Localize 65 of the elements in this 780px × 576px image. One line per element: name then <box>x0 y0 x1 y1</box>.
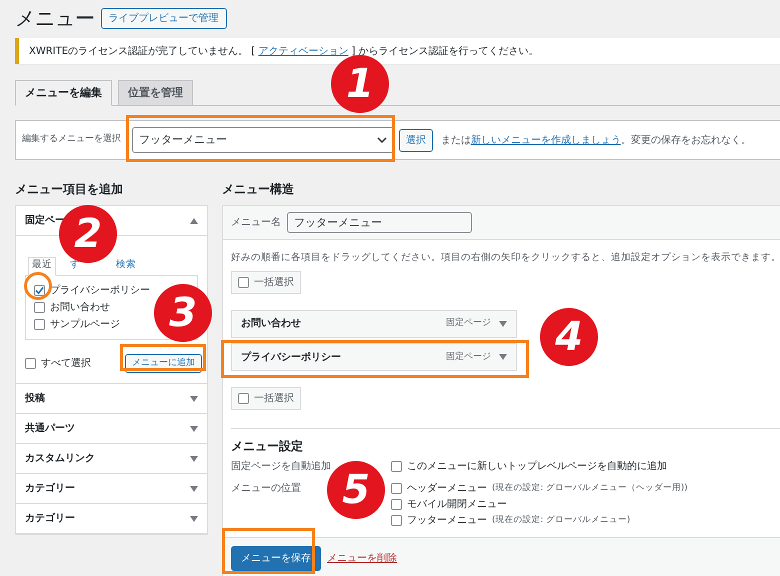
expand-arrow-icon[interactable] <box>499 320 507 327</box>
collapse-arrow-icon[interactable] <box>190 218 198 224</box>
menu-name-label: メニュー名 <box>231 216 281 230</box>
delete-menu-link[interactable]: メニューを削除 <box>327 550 397 566</box>
create-menu-text: または新しいメニューを作成しましょう。変更の保存をお忘れなく。 <box>440 134 751 148</box>
checkbox-label: プライバシーポリシー <box>50 284 150 298</box>
expand-arrow-icon[interactable] <box>190 516 198 522</box>
checkbox[interactable] <box>391 483 402 494</box>
select-menu-label: 編集するメニューを選択 <box>22 133 121 146</box>
checkbox[interactable] <box>238 393 249 404</box>
accordion-header[interactable]: カスタムリンク <box>16 444 207 474</box>
menu-item-type: 固定ページ <box>446 317 491 330</box>
tab[interactable]: 最近 <box>28 257 56 276</box>
checkbox-label: サンプルページ <box>50 318 120 332</box>
live-preview-button[interactable]: ライブプレビューで管理 <box>100 8 226 28</box>
number-marker: 1 <box>331 55 389 113</box>
checkbox-label: お問い合わせ <box>50 300 110 315</box>
accordion-header[interactable]: カテゴリー <box>16 474 207 504</box>
checkbox[interactable] <box>34 284 45 296</box>
tab[interactable]: 位置を管理 <box>118 80 193 106</box>
bulk-select-control[interactable]: 一括選択 <box>231 387 301 410</box>
setting-label: メニューの位置 <box>231 482 301 494</box>
checkbox[interactable] <box>391 499 402 510</box>
checkbox[interactable] <box>25 358 36 369</box>
checkbox[interactable] <box>391 461 402 472</box>
create-menu-link[interactable]: 新しいメニューを作成しましょう <box>470 134 621 146</box>
option-label: フッターメニュー <box>407 514 487 528</box>
checkbox[interactable] <box>391 515 402 526</box>
dropdown-caret-icon <box>377 137 387 143</box>
menu-item[interactable]: プライバシーポリシー 固定ページ <box>231 343 517 372</box>
save-menu-button[interactable]: メニューを保存 <box>231 546 321 571</box>
option-label: このメニューに新しいトップレベルページを自動的に追加 <box>407 460 667 474</box>
menu-item[interactable]: お問い合わせ 固定ページ <box>231 310 517 338</box>
tab[interactable]: 検索 <box>116 258 136 273</box>
select-button[interactable]: 選択 <box>399 128 433 152</box>
accordion-header[interactable]: カテゴリー <box>16 504 207 534</box>
menu-item-title: お問い合わせ <box>241 316 301 332</box>
checkbox[interactable] <box>34 302 45 313</box>
expand-arrow-icon[interactable] <box>190 486 198 492</box>
accordion-header[interactable]: 投稿 <box>16 384 207 414</box>
expand-arrow-icon[interactable] <box>190 426 198 432</box>
instructions-text: 好みの順番に各項目をドラッグしてください。項目の右側の矢印をクリックすると、追加設定オプションを表示できます。 <box>231 251 780 266</box>
expand-arrow-icon[interactable] <box>190 396 198 402</box>
tab[interactable]: メニューを編集 <box>15 80 112 106</box>
bulk-select-control[interactable]: 一括選択 <box>231 270 301 294</box>
option-note: (現在の設定: グローバルメニュー) <box>492 514 630 528</box>
accordion-header[interactable]: 共通パーツ <box>16 414 207 444</box>
expand-arrow-icon[interactable] <box>499 354 507 360</box>
menu-item-title: プライバシーポリシー <box>241 350 341 365</box>
menu-name-field[interactable]: フッターメニュー <box>287 212 472 234</box>
page-title: メニュー <box>15 6 95 30</box>
expand-arrow-icon[interactable] <box>190 456 198 462</box>
menu-item-type: 固定ページ <box>446 350 491 364</box>
option-label: モバイル開閉メニュー <box>407 498 507 512</box>
checkbox-label: すべて選択 <box>41 356 91 371</box>
settings-heading: メニュー設定 <box>231 439 304 454</box>
option-label: ヘッダーメニュー <box>407 482 487 496</box>
section-heading: メニュー項目を追加 <box>15 182 124 196</box>
checkbox[interactable] <box>34 318 45 330</box>
checkbox[interactable] <box>238 276 249 288</box>
highlight-circle <box>24 272 52 300</box>
menu-dropdown[interactable]: フッターメニュー <box>132 127 394 153</box>
option-note: (現在の設定: グローバルメニュー（ヘッダー用)) <box>492 482 688 496</box>
section-heading: メニュー構造 <box>222 182 295 196</box>
activation-link[interactable]: アクティベーション <box>258 46 348 56</box>
